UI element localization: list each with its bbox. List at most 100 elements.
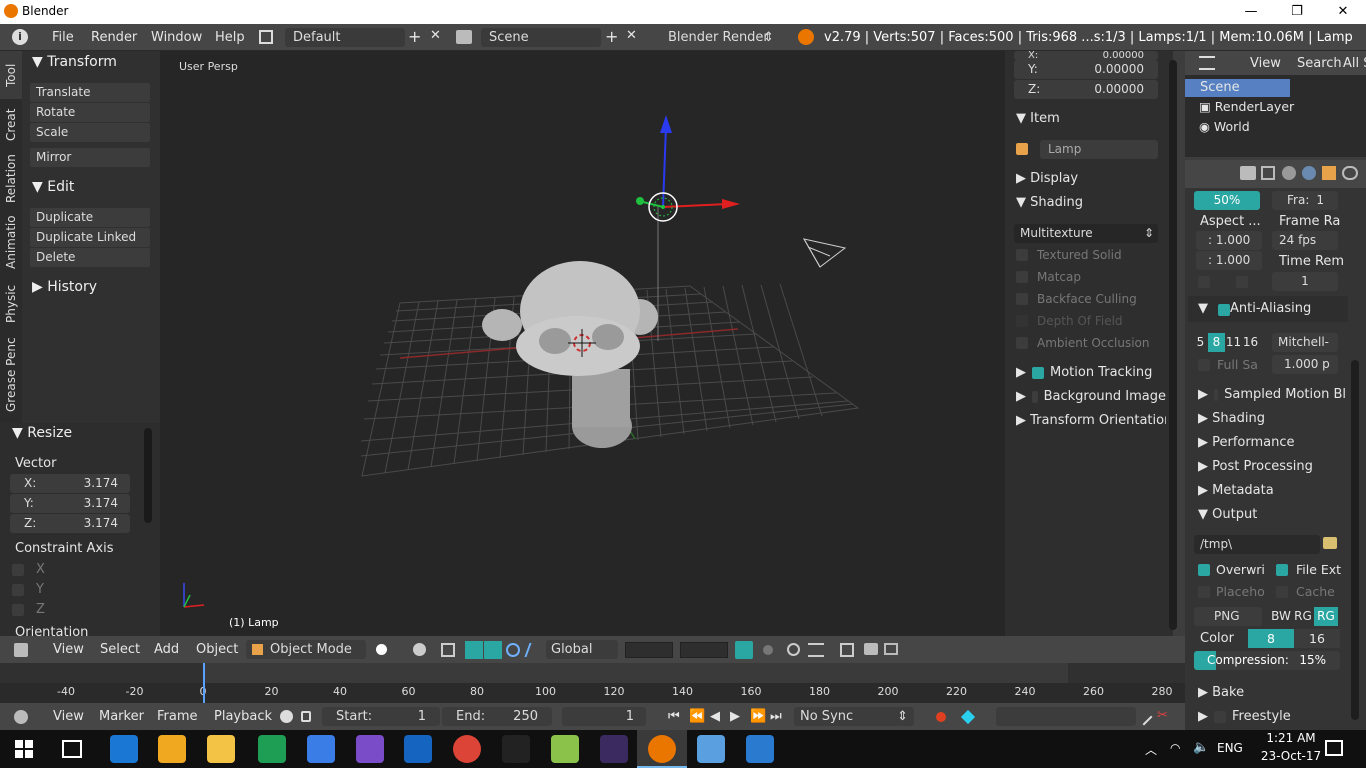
tab-grease-pencil[interactable]: Grease Penc [0,335,22,415]
forms-icon[interactable] [356,735,384,763]
timeline-editor-icon[interactable] [14,710,28,724]
checkbox[interactable] [1032,366,1044,379]
transform-gizmo[interactable] [636,115,740,222]
minimize-button[interactable]: — [1228,0,1274,24]
translate-manipulator-icon[interactable] [465,641,483,659]
background-images-panel[interactable]: ▶ Background Image [1016,389,1166,404]
vector-y-field[interactable]: Y: 3.174 [10,494,130,513]
edge-browser-icon[interactable] [110,735,138,763]
shading-panel[interactable]: ▶ Shading [1198,411,1265,426]
color-mode-option-selected[interactable]: RG [1314,607,1338,626]
snap-target-icon[interactable] [840,643,854,657]
lock-layers-icon[interactable] [735,641,753,659]
render-tab-icon[interactable] [1240,166,1256,180]
scene-field[interactable]: Scene [481,28,601,47]
view3d-menu-view[interactable]: View [53,642,84,657]
checkbox[interactable] [1016,249,1028,261]
render-animation-icon[interactable] [884,643,898,655]
network-icon[interactable]: ◠ [1170,741,1180,755]
jump-end-button[interactable]: ⏭ [770,709,782,724]
chrome-icon[interactable] [453,735,481,763]
outliner-row-renderlayers[interactable]: ▣ RenderLayer [1199,99,1294,114]
clock-date[interactable]: 23-Oct-17 [1254,749,1328,763]
transform-manipulator-icon[interactable] [524,643,544,657]
layers-grid-1[interactable] [625,642,673,658]
item-panel-header[interactable]: ▼ Item [1016,111,1060,126]
performance-panel[interactable]: ▶ Performance [1198,435,1295,450]
filter-size-field[interactable]: 1.000 p [1272,355,1338,374]
screen-layout-field[interactable]: Default [285,28,405,47]
display-panel-header[interactable]: ▶ Display [1016,171,1078,186]
play-button[interactable]: ▶ [730,709,740,724]
jump-prev-keyframe-button[interactable]: ⏪ [689,709,705,724]
shading-panel-header[interactable]: ▼ Shading [1016,195,1083,210]
checkbox[interactable] [1016,337,1028,349]
jump-start-button[interactable]: ⏮ [668,709,683,724]
transform-panel-header[interactable]: ▼ Transform [32,54,117,70]
transform-orientation-select[interactable]: Global [546,640,618,659]
visual-studio-code-icon[interactable] [746,735,774,763]
menu-help[interactable]: Help [215,30,245,45]
jump-next-keyframe-button[interactable]: ⏩ [750,709,766,724]
show-hidden-icons[interactable]: ︿ [1145,741,1157,758]
remove-scene-icon[interactable]: ✕ [626,28,637,43]
location-y-field[interactable]: Y: 0.00000 [1014,60,1158,79]
checkbox[interactable] [1236,276,1248,288]
render-camera-icon[interactable] [864,643,878,655]
operator-scrollbar[interactable] [144,428,152,523]
layers-grid-2[interactable] [680,642,728,658]
snap-icon[interactable] [787,643,800,656]
snap-element-icon[interactable] [808,643,824,657]
android-studio-icon[interactable] [551,735,579,763]
resize-panel-header[interactable]: ▼ Resize [12,425,72,441]
timeline-menu-frame[interactable]: Frame [157,709,198,724]
checkbox[interactable] [1198,563,1210,576]
remove-screen-icon[interactable]: ✕ [430,28,441,43]
edit-panel-header[interactable]: ▼ Edit [32,179,74,195]
timeline-menu-view[interactable]: View [53,709,84,724]
metadata-panel[interactable]: ▶ Metadata [1198,483,1274,498]
object-name-field[interactable]: Lamp [1040,140,1158,159]
shading-mode-select[interactable]: Multitexture ⇕ [1014,224,1158,243]
view3d-editor-icon[interactable] [14,643,28,657]
constraints-tab-icon[interactable] [1342,166,1358,180]
checkbox[interactable] [1198,585,1210,598]
checkbox[interactable] [1276,563,1288,576]
action-center-icon[interactable] [1325,740,1343,756]
aa-sample-option[interactable]: 16 [1242,333,1259,352]
tab-animation[interactable]: Animatio [0,211,22,273]
manipulator-icon[interactable] [441,643,455,657]
ambient-occlusion-option[interactable]: Ambient Occlusion [1016,336,1149,350]
auto-keying-icon[interactable] [936,712,946,722]
outliner-editor-icon[interactable] [1199,56,1215,70]
properties-scrollbar[interactable] [1351,360,1359,720]
checkbox[interactable] [1016,271,1028,283]
aa-sample-option-selected[interactable]: 8 [1208,333,1225,352]
info-editor-icon[interactable]: i [12,29,28,45]
blender-taskbar-icon[interactable] [648,735,676,763]
cache-option[interactable]: Cache [1276,584,1335,599]
outliner-display-mode[interactable]: All S [1343,56,1366,71]
unity-icon[interactable] [502,735,530,763]
sampled-motion-blur-panel[interactable]: ▶ Sampled Motion Bl [1198,387,1346,402]
scene-icon[interactable] [456,30,472,44]
checkbox[interactable] [1218,304,1230,316]
aspect-y-field[interactable]: : 1.000 [1196,251,1262,270]
compression-slider[interactable]: Compression: 15% [1194,651,1340,670]
3d-viewport[interactable]: User Persp (1) Lamp [160,51,1005,636]
menu-file[interactable]: File [52,30,74,45]
frame-field[interactable]: Fra: 1 [1272,191,1338,210]
screen-layout-icon[interactable] [259,30,273,44]
rotate-manipulator-icon[interactable] [484,641,502,659]
duplicate-linked-button[interactable]: Duplicate Linked [30,228,150,247]
checkbox[interactable] [1214,388,1219,401]
vector-x-field[interactable]: X: 3.174 [10,474,130,493]
end-frame-field[interactable]: End: 250 [442,707,552,726]
bake-panel[interactable]: ▶ Bake [1198,685,1244,700]
render-layers-tab-icon[interactable] [1261,166,1275,180]
lock-icon[interactable] [301,711,311,722]
textured-solid-option[interactable]: Textured Solid [1016,248,1122,262]
checkbox[interactable] [12,603,24,616]
world-tab-icon[interactable] [1302,166,1316,180]
placeholders-option[interactable]: Placeho [1198,584,1265,599]
